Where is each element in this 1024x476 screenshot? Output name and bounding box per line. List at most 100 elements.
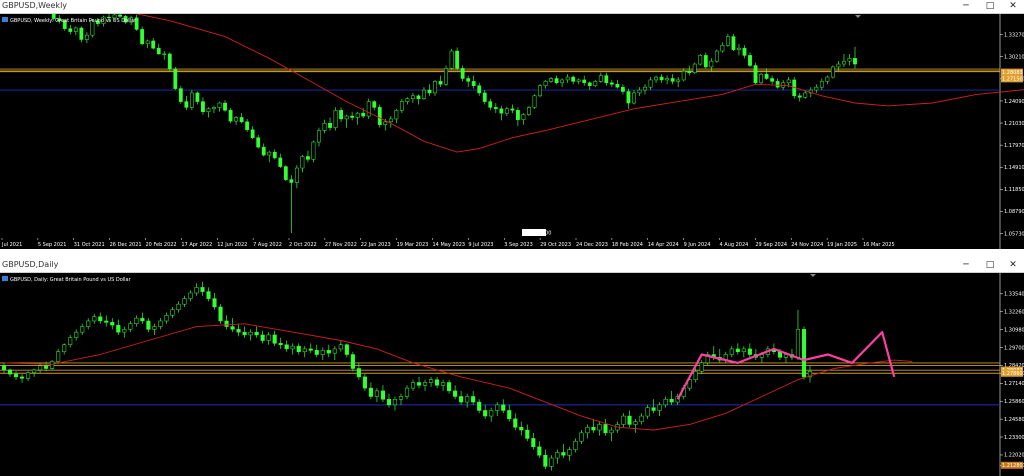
candle xyxy=(543,449,548,470)
maximize-button[interactable]: □ xyxy=(979,0,1001,13)
close-button[interactable]: ✕ xyxy=(1002,0,1024,13)
candle-body xyxy=(380,390,385,400)
weekly-window-title: GBPUSD,Weekly xyxy=(2,1,68,10)
candle xyxy=(477,399,482,414)
candle xyxy=(350,111,355,121)
candle-body xyxy=(825,76,830,82)
candle xyxy=(441,379,446,391)
candle-body xyxy=(104,320,109,323)
candle-body xyxy=(742,47,747,56)
candle-body xyxy=(555,452,560,459)
candle-body xyxy=(116,324,121,333)
candle xyxy=(167,52,172,71)
candle xyxy=(814,84,819,93)
candle xyxy=(56,348,61,365)
candle-body xyxy=(643,86,647,91)
candle xyxy=(705,351,710,366)
candle xyxy=(206,287,211,302)
candle xyxy=(405,97,410,105)
price-badge: 1.27150 xyxy=(1001,75,1023,83)
candle xyxy=(648,77,653,91)
candle xyxy=(585,424,590,439)
candle xyxy=(504,106,509,117)
candle-body xyxy=(38,365,43,371)
candle xyxy=(140,26,145,46)
candle xyxy=(122,326,127,338)
candle-body xyxy=(377,107,382,125)
candle xyxy=(272,149,277,160)
chart-shift-marker xyxy=(810,274,816,277)
x-tick-label: 29 Sep 2024 xyxy=(755,242,787,248)
candle-body xyxy=(729,348,734,355)
candle xyxy=(466,75,471,88)
candle-body xyxy=(350,115,355,118)
candle xyxy=(362,374,367,391)
candle-body xyxy=(477,401,482,411)
minimize-button[interactable]: ─ xyxy=(955,259,977,272)
maximize-button[interactable]: □ xyxy=(979,259,1001,272)
candle xyxy=(853,46,857,69)
candle-body xyxy=(128,323,133,330)
candle xyxy=(571,75,576,85)
candle-body xyxy=(483,410,488,417)
candle xyxy=(471,390,476,405)
candle xyxy=(116,319,121,335)
weekly-titlebar: GBPUSD,Weekly ─ □ ✕ xyxy=(0,0,1024,14)
candle-body xyxy=(797,95,802,98)
y-tick-label: 1.14910 xyxy=(1004,165,1024,171)
candle-body xyxy=(84,34,89,40)
candle-body xyxy=(477,85,482,94)
x-tick-label: 2 Oct 2022 xyxy=(289,242,317,248)
candle xyxy=(98,312,103,324)
candle-body xyxy=(184,101,189,108)
candle-body xyxy=(753,65,758,84)
candle xyxy=(493,103,498,114)
candle xyxy=(261,143,266,157)
candle xyxy=(637,87,642,96)
candle-body xyxy=(314,350,319,355)
candle xyxy=(510,104,515,114)
candle xyxy=(621,413,626,428)
candle-body xyxy=(339,110,343,120)
candle xyxy=(245,118,250,132)
candle xyxy=(725,33,730,47)
candle xyxy=(411,92,415,104)
candle xyxy=(501,399,506,414)
candle-body xyxy=(206,291,211,299)
candle-body xyxy=(441,382,446,386)
weekly-chart[interactable]: GBPUSD, Weekly: Great Britain Pound vs U… xyxy=(0,14,1024,249)
minimize-button[interactable]: ─ xyxy=(955,0,977,13)
candle xyxy=(825,75,830,85)
candle xyxy=(847,53,852,66)
candle xyxy=(698,53,703,66)
candle-body xyxy=(236,329,241,333)
candle xyxy=(516,107,520,127)
candle xyxy=(444,65,448,86)
candle xyxy=(188,290,193,302)
candle-body xyxy=(422,382,428,386)
candle xyxy=(565,74,570,83)
candle-body xyxy=(435,379,440,386)
candle xyxy=(676,77,681,88)
candle-body xyxy=(499,108,504,114)
candle-body xyxy=(218,306,223,322)
daily-chart[interactable]: GBPUSD, Daily: Great Britain Pound vs US… xyxy=(0,273,1024,476)
candle-body xyxy=(278,343,283,345)
candle-body xyxy=(332,348,337,354)
close-button[interactable]: ✕ xyxy=(1002,259,1024,272)
candle xyxy=(289,175,294,234)
candle-body xyxy=(326,350,331,354)
price-badge-label: 1.27150 xyxy=(1002,77,1023,83)
candle xyxy=(836,61,841,72)
candle-body xyxy=(786,79,791,84)
candle xyxy=(399,98,404,114)
daily-window-title: GBPUSD,Daily xyxy=(2,260,59,269)
candle-body xyxy=(604,75,609,84)
candle xyxy=(795,309,801,361)
y-tick-label: 1.17970 xyxy=(1004,143,1024,149)
candle-body xyxy=(519,426,524,431)
candle-body xyxy=(737,47,741,50)
x-tick-label: 17 Apr 2022 xyxy=(181,242,212,248)
candle-body xyxy=(134,317,139,325)
price-badge: 1.21280 xyxy=(1001,461,1023,469)
